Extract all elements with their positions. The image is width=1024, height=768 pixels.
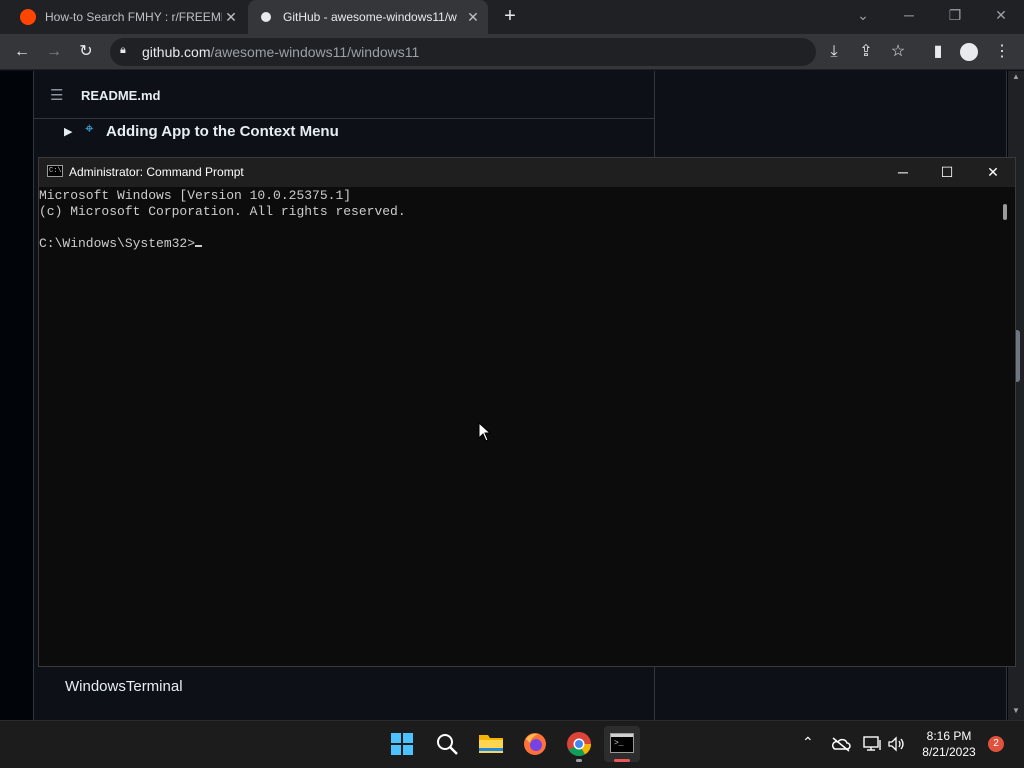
network-icon[interactable] [863,736,883,752]
url-text[interactable]: github.com/awesome-windows11/windows11 [142,44,419,60]
cmd-close-button[interactable]: ✕ [970,158,1016,187]
onedrive-offline-icon[interactable] [831,736,851,752]
close-tab-icon[interactable]: ✕ [464,9,482,26]
show-hidden-icons-chevron-icon[interactable]: ⌃ [802,734,814,751]
clock-date: 8/21/2023 [922,745,976,759]
url-host: github.com [142,44,211,60]
running-indicator [576,759,582,762]
clock-time: 8:16 PM [926,729,972,743]
url-path: /awesome-windows11/windows11 [210,44,420,60]
windows-start-icon[interactable] [390,732,414,756]
notification-badge[interactable]: 2 [988,736,1004,752]
tab-github[interactable]: GitHub - awesome-windows11/w ✕ [248,0,488,34]
system-clock[interactable]: 8:16 PM 8/21/2023 [916,728,982,760]
disclosure-triangle-icon[interactable]: ▶ [64,125,72,138]
reddit-icon [20,9,36,25]
console-line: (c) Microsoft Corporation. All rights re… [39,204,406,219]
console-prompt: C:\Windows\System32> [39,236,196,251]
tab-title: How-to Search FMHY : r/FREEME [45,10,222,24]
tab-search-icon[interactable]: ⌄ [840,0,886,32]
menu-kebab-icon[interactable]: ⋮ [990,40,1014,64]
outline-list-icon[interactable]: ☰ [50,86,63,104]
github-icon [258,9,274,25]
new-tab-button[interactable]: + [498,4,522,28]
restore-browser-button[interactable]: ❐ [932,0,978,32]
back-arrow-icon[interactable]: ← [10,40,34,64]
console-prompt-line: C:\Windows\System32> [39,236,406,252]
cmd-window-title: Administrator: Command Prompt [69,165,244,179]
firefox-icon[interactable] [522,731,548,757]
scroll-down-arrow-icon[interactable]: ▼ [1012,706,1020,715]
cmd-scrollbar-thumb[interactable] [1003,204,1007,220]
console-line: Microsoft Windows [Version 10.0.25375.1] [39,188,352,203]
cmd-maximize-button[interactable]: ☐ [924,158,970,187]
side-panel-icon[interactable]: ▮ [926,40,950,64]
cmd-console-output[interactable]: Microsoft Windows [Version 10.0.25375.1]… [39,188,406,252]
cmd-taskbar-icon: >_ [610,733,634,753]
volume-icon[interactable] [887,736,905,752]
bookmark-star-icon[interactable]: ☆ [886,40,910,64]
tab-reddit[interactable]: How-to Search FMHY : r/FREEME ✕ [10,0,246,34]
section-heading[interactable]: Adding App to the Context Menu [106,123,339,140]
text-cursor [195,245,203,247]
install-app-icon[interactable]: ⤓ [822,40,846,64]
windows-terminal-heading: WindowsTerminal [65,678,183,695]
reload-icon[interactable]: ↻ [74,40,98,64]
mouse-pointer-icon [478,422,492,442]
lock-icon[interactable]: 🔒︎ [120,44,130,60]
scroll-up-arrow-icon[interactable]: ▲ [1012,72,1020,81]
readme-filename: README.md [81,88,161,103]
share-icon[interactable]: ⇪ [854,40,878,64]
active-app-indicator [614,759,630,762]
forward-arrow-icon[interactable]: → [42,40,66,64]
file-explorer-icon[interactable] [478,732,504,754]
cursor-click-icon: ⌖ [85,120,94,137]
chrome-icon[interactable] [566,731,592,757]
tab-title: GitHub - awesome-windows11/w [283,10,457,24]
search-icon[interactable] [435,732,459,756]
profile-avatar-icon[interactable] [960,43,978,61]
cmd-minimize-button[interactable]: ─ [880,158,926,187]
close-tab-icon[interactable]: ✕ [222,9,240,26]
minimize-browser-button[interactable]: ─ [886,0,932,32]
close-browser-button[interactable]: ✕ [978,0,1024,32]
cmd-app-icon: C:\ [47,165,63,177]
